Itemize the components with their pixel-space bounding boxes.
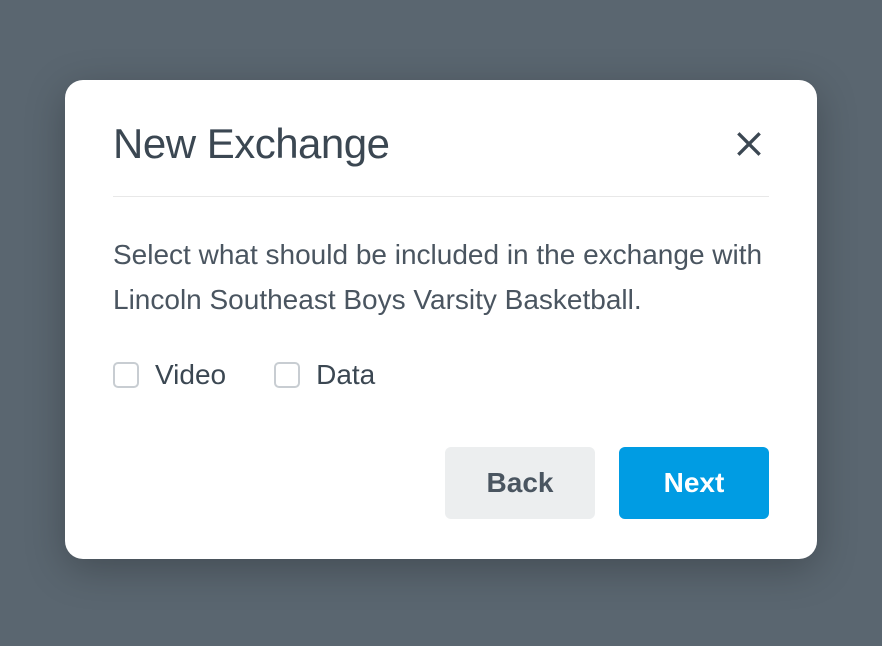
new-exchange-modal: New Exchange Select what should be inclu… <box>65 80 817 559</box>
close-button[interactable] <box>729 124 769 164</box>
checkbox-box-icon <box>274 362 300 388</box>
next-button[interactable]: Next <box>619 447 769 519</box>
checkbox-video-label: Video <box>155 359 226 391</box>
checkbox-group: Video Data <box>113 359 769 391</box>
checkbox-data-label: Data <box>316 359 375 391</box>
checkbox-data[interactable]: Data <box>274 359 375 391</box>
close-icon <box>733 128 765 160</box>
modal-description: Select what should be included in the ex… <box>113 233 769 323</box>
modal-body: Select what should be included in the ex… <box>113 197 769 519</box>
modal-header: New Exchange <box>113 120 769 197</box>
modal-title: New Exchange <box>113 120 390 168</box>
back-button[interactable]: Back <box>445 447 595 519</box>
modal-footer: Back Next <box>113 447 769 519</box>
checkbox-box-icon <box>113 362 139 388</box>
checkbox-video[interactable]: Video <box>113 359 226 391</box>
